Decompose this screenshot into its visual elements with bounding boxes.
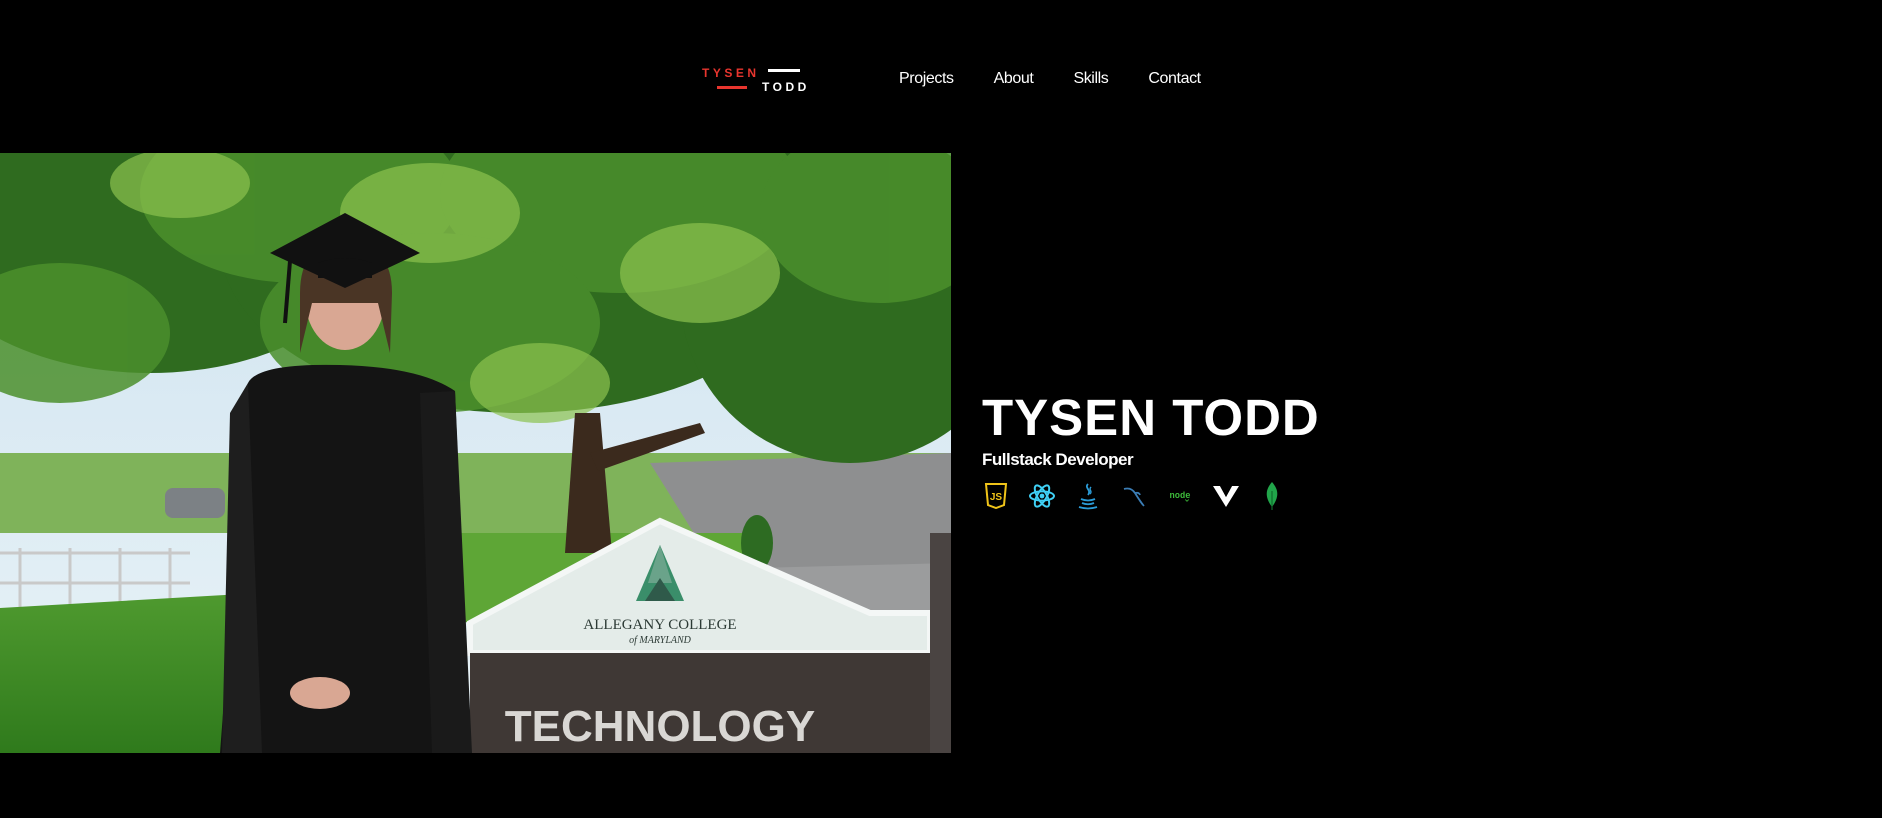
site-header: TYSEN TODD Projects About Skills Contact — [0, 0, 1882, 153]
graduation-photo: ALLEGANY COLLEGE of MARYLAND TECHNOLOGY — [0, 153, 951, 753]
logo-bottom-bar — [717, 86, 747, 89]
hero-intro: TYSEN TODD Fullstack Developer JS node — [982, 388, 1320, 510]
vue-icon — [1212, 482, 1240, 510]
java-icon — [1074, 482, 1102, 510]
nav-link-about[interactable]: About — [994, 70, 1034, 88]
main-nav: Projects About Skills Contact — [899, 70, 1241, 88]
nav-link-contact[interactable]: Contact — [1148, 70, 1201, 88]
svg-text:JS: JS — [990, 492, 1003, 503]
tech-stack-icons: JS node — [982, 482, 1320, 510]
logo-first-name: TYSEN — [702, 66, 760, 80]
sign-college-name: ALLEGANY COLLEGE — [583, 617, 736, 633]
nav-link-projects[interactable]: Projects — [899, 70, 954, 88]
nodejs-icon: node — [1166, 482, 1194, 510]
nav-link-skills[interactable]: Skills — [1073, 70, 1108, 88]
react-icon — [1028, 482, 1056, 510]
javascript-icon: JS — [982, 482, 1010, 510]
hero-name: TYSEN TODD — [982, 389, 1320, 446]
logo-top-bar — [768, 69, 800, 72]
hero-role: Fullstack Developer — [982, 450, 1134, 469]
sign-building-name: TECHNOLOGY — [505, 702, 815, 751]
mysql-icon — [1120, 482, 1148, 510]
sign-college-sub: of MARYLAND — [629, 635, 692, 646]
site-logo[interactable]: TYSEN TODD — [702, 63, 812, 97]
hero-photo: ALLEGANY COLLEGE of MARYLAND TECHNOLOGY — [0, 153, 951, 753]
mongodb-icon — [1258, 482, 1286, 510]
logo-last-name: TODD — [762, 80, 810, 94]
svg-text:node: node — [1169, 491, 1190, 501]
